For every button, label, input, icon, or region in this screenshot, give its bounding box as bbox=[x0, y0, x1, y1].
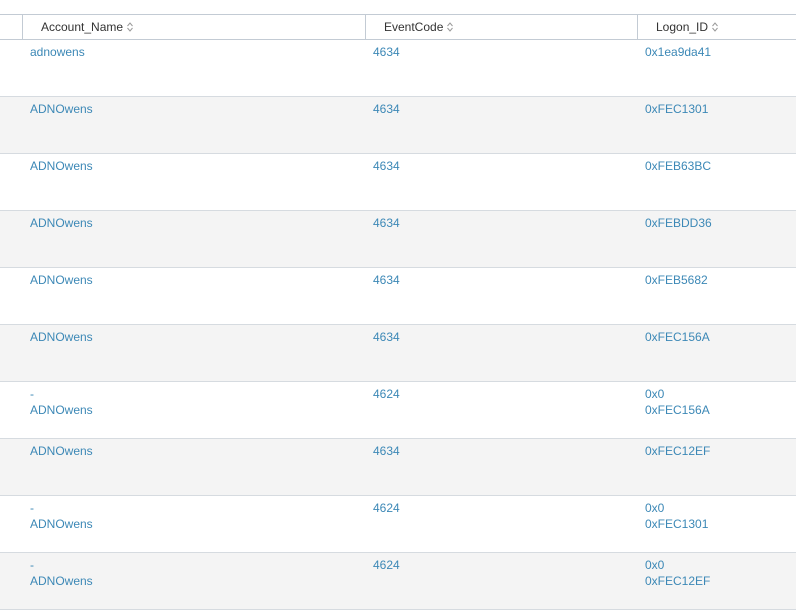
results-table: Account_Name EventCode Logon_ID adnowens… bbox=[0, 14, 796, 610]
logon-id-value[interactable]: 0x0 bbox=[645, 557, 710, 573]
column-divider[interactable] bbox=[637, 15, 638, 39]
eventcode-cell: 4634 bbox=[373, 443, 400, 459]
sort-icon[interactable] bbox=[712, 22, 718, 32]
eventcode-value[interactable]: 4634 bbox=[373, 215, 400, 231]
column-divider[interactable] bbox=[22, 15, 23, 39]
eventcode-value[interactable]: 4634 bbox=[373, 158, 400, 174]
account-name-value[interactable]: ADNOwens bbox=[30, 329, 93, 345]
logon-id-value[interactable]: 0xFEB63BC bbox=[645, 158, 711, 174]
account-name-cell: - ADNOwens bbox=[30, 557, 93, 589]
eventcode-cell: 4634 bbox=[373, 158, 400, 174]
account-name-value[interactable]: - bbox=[30, 557, 93, 573]
column-header-label: Logon_ID bbox=[656, 20, 709, 34]
logon-id-cell: 0xFEB5682 bbox=[645, 272, 708, 288]
account-name-value[interactable]: ADNOwens bbox=[30, 443, 93, 459]
account-name-value[interactable]: adnowens bbox=[30, 44, 85, 60]
eventcode-value[interactable]: 4634 bbox=[373, 329, 400, 345]
account-name-value[interactable]: ADNOwens bbox=[30, 573, 93, 589]
account-name-value[interactable]: ADNOwens bbox=[30, 215, 93, 231]
logon-id-value[interactable]: 0xFEBDD36 bbox=[645, 215, 712, 231]
eventcode-cell: 4624 bbox=[373, 386, 400, 402]
eventcode-cell: 4634 bbox=[373, 215, 400, 231]
logon-id-cell: 0x1ea9da41 bbox=[645, 44, 711, 60]
eventcode-value[interactable]: 4634 bbox=[373, 272, 400, 288]
column-header-account-name[interactable]: Account_Name bbox=[41, 15, 133, 39]
logon-id-value[interactable]: 0xFEB5682 bbox=[645, 272, 708, 288]
eventcode-value[interactable]: 4634 bbox=[373, 44, 400, 60]
column-divider[interactable] bbox=[365, 15, 366, 39]
eventcode-value[interactable]: 4634 bbox=[373, 101, 400, 117]
account-name-cell: ADNOwens bbox=[30, 215, 93, 231]
table-row: ADNOwens 4634 0xFEC156A bbox=[0, 325, 796, 382]
logon-id-cell: 0x0 0xFEC156A bbox=[645, 386, 710, 418]
table-header: Account_Name EventCode Logon_ID bbox=[0, 14, 796, 40]
table-row: ADNOwens 4634 0xFEC12EF bbox=[0, 439, 796, 496]
table-row: ADNOwens 4634 0xFEB63BC bbox=[0, 154, 796, 211]
logon-id-cell: 0xFEC12EF bbox=[645, 443, 710, 459]
account-name-cell: ADNOwens bbox=[30, 101, 93, 117]
table-row: - ADNOwens 4624 0x0 0xFEC12EF bbox=[0, 553, 796, 610]
eventcode-cell: 4634 bbox=[373, 44, 400, 60]
account-name-cell: - ADNOwens bbox=[30, 386, 93, 418]
account-name-cell: - ADNOwens bbox=[30, 500, 93, 532]
table-body: adnowens 4634 0x1ea9da41 ADNOwens 4634 0xFEC1… bbox=[0, 40, 796, 610]
account-name-cell: adnowens bbox=[30, 44, 85, 60]
eventcode-value[interactable]: 4624 bbox=[373, 500, 400, 516]
table-row: - ADNOwens 4624 0x0 0xFEC156A bbox=[0, 382, 796, 439]
logon-id-value[interactable]: 0xFEC12EF bbox=[645, 443, 710, 459]
logon-id-value[interactable]: 0xFEC1301 bbox=[645, 101, 708, 117]
eventcode-cell: 4624 bbox=[373, 500, 400, 516]
top-spacer bbox=[0, 0, 796, 14]
account-name-value[interactable]: - bbox=[30, 500, 93, 516]
account-name-value[interactable]: ADNOwens bbox=[30, 272, 93, 288]
eventcode-cell: 4624 bbox=[373, 557, 400, 573]
eventcode-cell: 4634 bbox=[373, 272, 400, 288]
logon-id-value[interactable]: 0xFEC156A bbox=[645, 329, 710, 345]
account-name-value[interactable]: ADNOwens bbox=[30, 402, 93, 418]
table-row: - ADNOwens 4624 0x0 0xFEC1301 bbox=[0, 496, 796, 553]
table-row: ADNOwens 4634 0xFEBDD36 bbox=[0, 211, 796, 268]
logon-id-cell: 0xFEC1301 bbox=[645, 101, 708, 117]
logon-id-value[interactable]: 0xFEC156A bbox=[645, 402, 710, 418]
column-header-label: EventCode bbox=[384, 20, 444, 34]
account-name-value[interactable]: - bbox=[30, 386, 93, 402]
sort-icon[interactable] bbox=[127, 22, 133, 32]
table-row: ADNOwens 4634 0xFEB5682 bbox=[0, 268, 796, 325]
table-row: adnowens 4634 0x1ea9da41 bbox=[0, 40, 796, 97]
account-name-value[interactable]: ADNOwens bbox=[30, 158, 93, 174]
logon-id-value[interactable]: 0x1ea9da41 bbox=[645, 44, 711, 60]
logon-id-cell: 0x0 0xFEC12EF bbox=[645, 557, 710, 589]
logon-id-cell: 0x0 0xFEC1301 bbox=[645, 500, 708, 532]
logon-id-value[interactable]: 0xFEC12EF bbox=[645, 573, 710, 589]
account-name-cell: ADNOwens bbox=[30, 158, 93, 174]
eventcode-value[interactable]: 4624 bbox=[373, 386, 400, 402]
column-header-eventcode[interactable]: EventCode bbox=[384, 15, 454, 39]
logon-id-cell: 0xFEBDD36 bbox=[645, 215, 712, 231]
logon-id-value[interactable]: 0xFEC1301 bbox=[645, 516, 708, 532]
account-name-cell: ADNOwens bbox=[30, 329, 93, 345]
account-name-cell: ADNOwens bbox=[30, 272, 93, 288]
sort-icon[interactable] bbox=[447, 22, 454, 32]
logon-id-cell: 0xFEB63BC bbox=[645, 158, 711, 174]
column-header-label: Account_Name bbox=[41, 20, 124, 34]
column-header-logon-id[interactable]: Logon_ID bbox=[656, 15, 718, 39]
eventcode-value[interactable]: 4634 bbox=[373, 443, 400, 459]
table-row: ADNOwens 4634 0xFEC1301 bbox=[0, 97, 796, 154]
eventcode-cell: 4634 bbox=[373, 329, 400, 345]
account-name-cell: ADNOwens bbox=[30, 443, 93, 459]
eventcode-cell: 4634 bbox=[373, 101, 400, 117]
logon-id-value[interactable]: 0x0 bbox=[645, 386, 710, 402]
account-name-value[interactable]: ADNOwens bbox=[30, 516, 93, 532]
eventcode-value[interactable]: 4624 bbox=[373, 557, 400, 573]
logon-id-value[interactable]: 0x0 bbox=[645, 500, 708, 516]
account-name-value[interactable]: ADNOwens bbox=[30, 101, 93, 117]
logon-id-cell: 0xFEC156A bbox=[645, 329, 710, 345]
